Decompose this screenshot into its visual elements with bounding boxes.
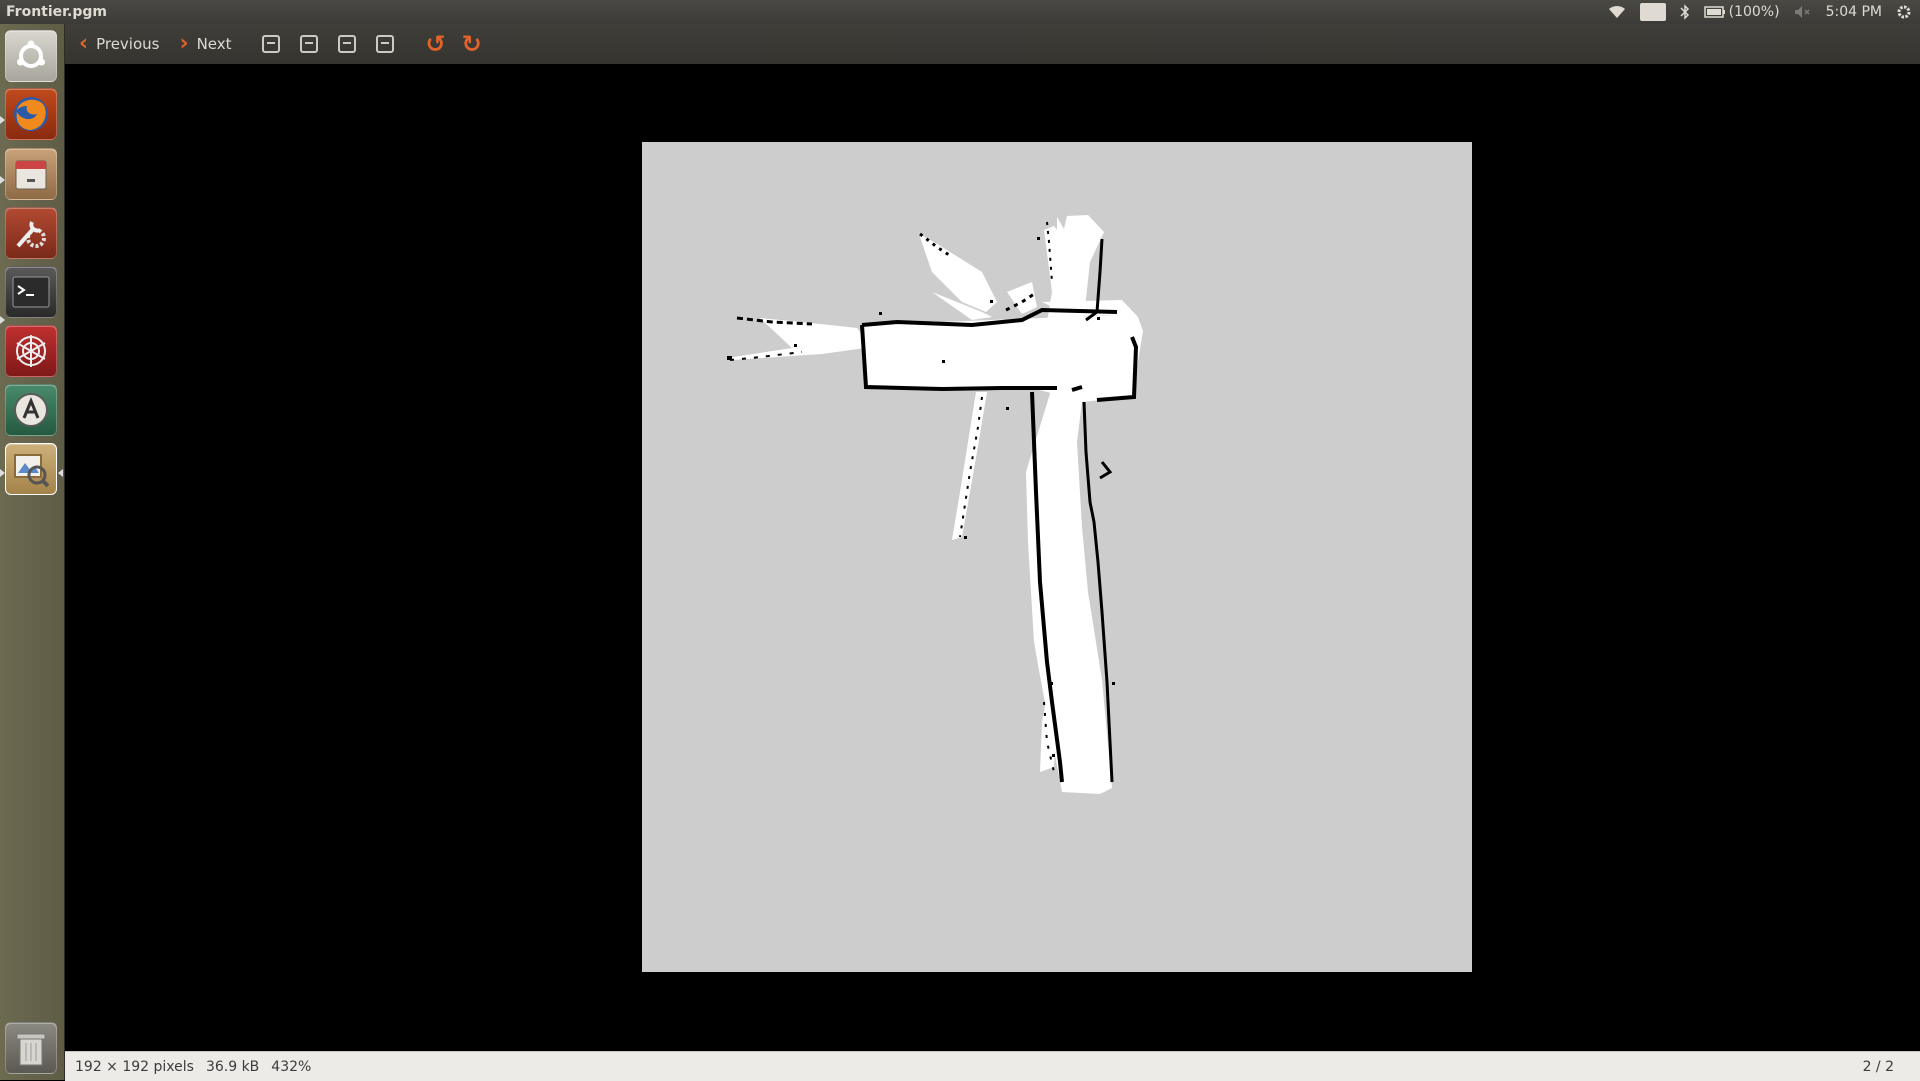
bluetooth-icon[interactable] [1680,4,1690,20]
previous-button[interactable]: ‹ Previous [73,28,165,60]
next-button[interactable]: › Next [173,28,237,60]
launcher-image-viewer[interactable] [5,443,57,495]
image-dimensions: 192 × 192 pixels [75,1058,194,1075]
rotate-counterclockwise-icon[interactable]: ↺ [426,32,446,56]
top-panel: Frontier.pgm En (100%) 5:04 PM [0,0,1920,24]
image-viewport[interactable] [65,64,1920,1051]
launcher-terminal[interactable] [5,266,57,318]
next-label: Next [196,35,232,53]
zoom-in-icon[interactable] [261,35,280,53]
file-size: 36.9 kB [205,1058,260,1075]
zoom-out-icon[interactable] [299,35,318,53]
normal-size-icon[interactable] [337,35,356,53]
wrench-gear-icon [16,221,46,248]
volume-muted-icon[interactable] [1794,5,1812,19]
software-updater-icon [14,393,48,427]
toolbar: ‹ Previous › Next ↺ ↻ [65,24,1920,65]
launcher [0,24,65,1080]
clock[interactable]: 5:04 PM [1826,4,1882,20]
launcher-firefox[interactable] [5,88,57,140]
keyboard-layout-indicator[interactable]: En [1640,3,1666,21]
best-fit-icon[interactable] [375,35,394,53]
previous-label: Previous [96,35,160,53]
battery-percent: (100%) [1728,4,1780,20]
free-space [727,215,1143,794]
spiderweb-icon [16,335,46,367]
battery-icon [1703,6,1725,18]
trash-icon [16,1033,46,1066]
occupancy-map-image [642,142,1472,972]
terminal-icon [12,276,50,308]
launcher-web-app[interactable] [5,325,57,377]
launcher-software-updater[interactable] [5,384,57,436]
map-drawing [727,215,1143,794]
image-viewer-icon [14,454,50,488]
launcher-dash-button[interactable] [5,30,57,82]
launcher-files[interactable] [5,148,57,200]
indicator-area: En (100%) 5:04 PM [1608,3,1920,21]
chevron-left-icon: ‹ [79,31,89,56]
image-position: 2 / 2 [1862,1058,1894,1075]
wifi-icon[interactable] [1608,5,1626,19]
launcher-system-settings[interactable] [5,207,57,259]
window-title: Frontier.pgm [6,4,108,20]
gear-icon[interactable] [1896,4,1912,20]
battery-indicator[interactable]: (100%) [1703,4,1780,20]
firefox-icon [14,97,48,131]
rotate-clockwise-icon[interactable]: ↻ [462,32,482,56]
chevron-right-icon: › [179,31,189,56]
status-bar: 192 × 192 pixels 36.9 kB 432% 2 / 2 [65,1051,1920,1081]
ubuntu-logo-icon [17,40,45,68]
launcher-trash[interactable] [5,1022,57,1074]
file-cabinet-icon [15,160,47,190]
zoom-level: 432% [271,1058,312,1075]
